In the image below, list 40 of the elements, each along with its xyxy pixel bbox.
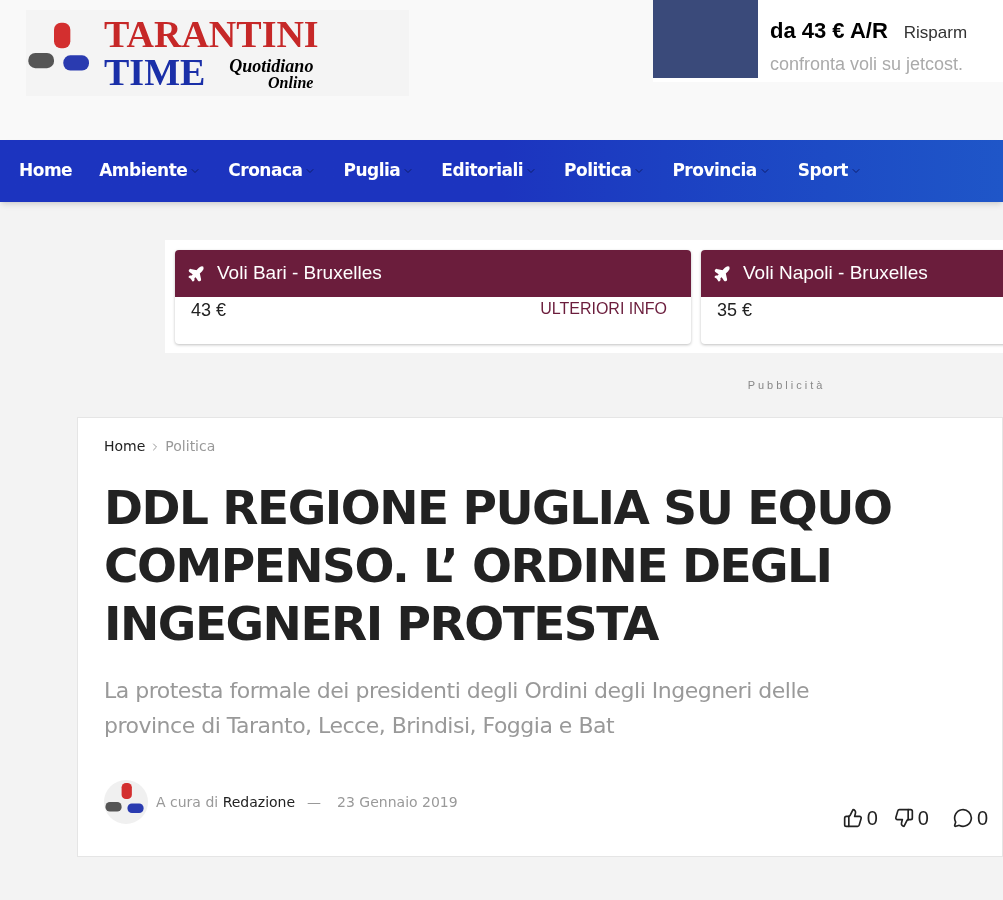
separator: —: [307, 792, 322, 812]
logo-tagline: Online: [268, 75, 314, 91]
ad-banner[interactable]: da 43 € A/R Risparm confronta voli su jetcost.: [653, 0, 1003, 82]
more-info-link[interactable]: ULTERIORI INFO: [540, 297, 675, 324]
nav-item[interactable]: Editoriali: [441, 158, 538, 184]
plane-icon: [187, 264, 205, 283]
ad-subtitle: confronta voli su jetcost.: [770, 53, 965, 76]
nav-item[interactable]: Home: [19, 158, 73, 184]
like-button[interactable]: 0: [842, 803, 878, 833]
flight-price: 35 €: [717, 299, 753, 322]
breadcrumb-link[interactable]: Home: [104, 436, 146, 457]
flight-card[interactable]: Voli Bari - Bruxelles 43 € ULTERIORI INFO: [175, 250, 691, 344]
nav-item[interactable]: Cronaca: [228, 158, 317, 184]
site-logo[interactable]: TARANTINI TIME Quotidiano Online: [26, 10, 409, 96]
article-date: 23 Gennaio 2019: [337, 792, 458, 812]
nav-item[interactable]: Puglia: [343, 158, 415, 184]
flight-title: Voli Napoli - Bruxelles: [743, 261, 928, 286]
nav-item[interactable]: Sport: [797, 158, 862, 184]
thumbs-up-icon: [842, 808, 863, 828]
flight-card[interactable]: Voli Napoli - Bruxelles 35 €: [701, 250, 1003, 344]
author-avatar: [104, 780, 148, 824]
speech-bubble-icon: [952, 808, 973, 828]
article-title: DDL REGIONE PUGLIA SU EQUO COMPENSO. L’ ORDINE DEGLI INGEGNERI PROTESTA: [104, 479, 893, 653]
ad-label: Pubblicità: [747, 377, 826, 393]
plane-icon: [713, 264, 731, 283]
comments-button[interactable]: 0: [952, 803, 988, 833]
logo-text: TARANTINI: [104, 15, 319, 53]
byline: A cura di Redazione: [156, 792, 296, 812]
nav-item[interactable]: Provincia: [672, 158, 771, 184]
nav-item[interactable]: Politica: [564, 158, 646, 184]
thumbs-down-icon: [893, 808, 914, 828]
dislike-button[interactable]: 0: [893, 803, 929, 833]
nav-item[interactable]: Ambiente: [99, 158, 202, 184]
article-subtitle: La protesta formale dei presidenti degli Ordini degli Ingegneri delle province di Taranto, Lecce, Brindisi, Foggia e Bat: [104, 677, 811, 740]
logo-text: TIME: [104, 53, 206, 91]
flight-title: Voli Bari - Bruxelles: [217, 261, 382, 286]
ad-price: da 43 € A/R: [770, 17, 888, 45]
ad-text: Risparm: [903, 22, 968, 44]
flight-price: 43 €: [191, 299, 227, 322]
logo-tagline: Quotidiano: [229, 57, 314, 75]
